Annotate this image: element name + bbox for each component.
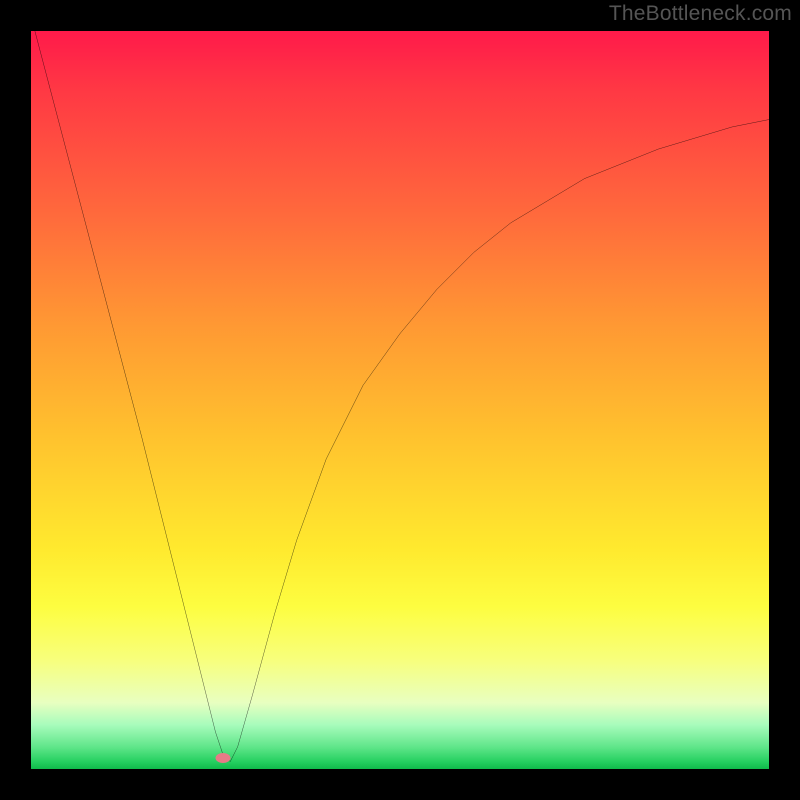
watermark-text: TheBottleneck.com <box>609 2 792 26</box>
bottleneck-curve <box>31 31 769 769</box>
optimal-point-marker <box>215 753 230 763</box>
plot-area <box>31 31 769 769</box>
chart-frame: TheBottleneck.com <box>0 0 800 800</box>
